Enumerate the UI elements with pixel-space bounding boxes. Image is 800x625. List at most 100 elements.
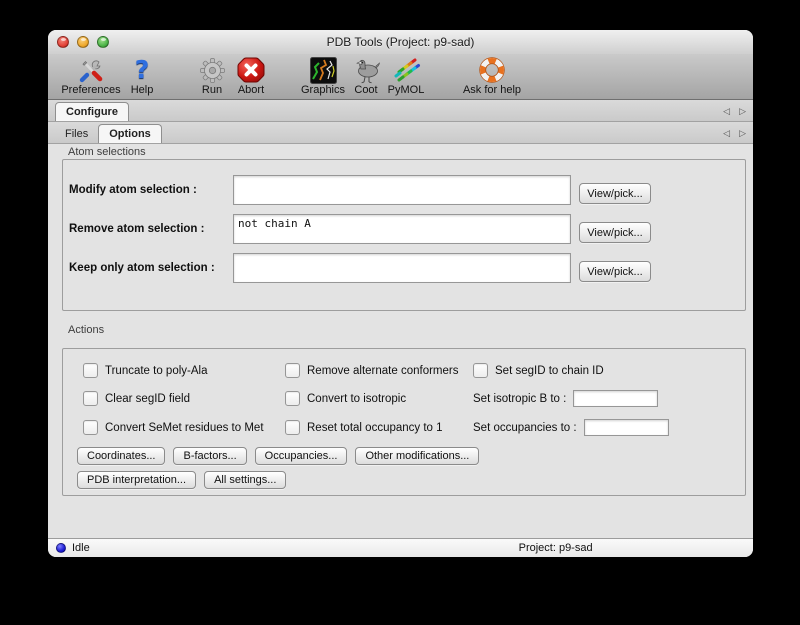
- app-window: PDB Tools (Project: p9-sad) Preferences …: [48, 30, 753, 557]
- coordinates-button[interactable]: Coordinates...: [77, 447, 165, 465]
- checkbox-box[interactable]: [473, 363, 488, 378]
- toolbar-label-help: Help: [131, 84, 154, 97]
- coot-bird-icon: [351, 56, 381, 84]
- actions-group: Truncate to poly-Ala Remove alternate co…: [62, 348, 746, 496]
- checkbox-label: Set segID to chain ID: [495, 365, 604, 377]
- actions-checkbox-grid: Truncate to poly-Ala Remove alternate co…: [69, 359, 735, 436]
- set-occupancies-input[interactable]: [584, 419, 669, 436]
- checkbox-box[interactable]: [83, 363, 98, 378]
- remove-selection-input[interactable]: not chain A: [233, 214, 571, 244]
- toolbar-label-abort: Abort: [238, 84, 264, 97]
- checkbox-remove-alternate-conformers[interactable]: Remove alternate conformers: [285, 363, 473, 378]
- checkbox-clear-segid-field[interactable]: Clear segID field: [83, 391, 285, 406]
- title-bar: PDB Tools (Project: p9-sad): [48, 30, 753, 54]
- b-factors-button[interactable]: B-factors...: [173, 447, 246, 465]
- set-isotropic-b-input[interactable]: [573, 390, 658, 407]
- window-title: PDB Tools (Project: p9-sad): [48, 30, 753, 54]
- toolbar-item-help[interactable]: ? Help: [124, 56, 160, 97]
- question-mark-icon: ?: [135, 56, 150, 84]
- all-settings-button[interactable]: All settings...: [204, 471, 286, 489]
- toolbar-item-ask-for-help[interactable]: Ask for help: [456, 56, 528, 97]
- other-modifications-button[interactable]: Other modifications...: [355, 447, 479, 465]
- toolbar-label-coot: Coot: [354, 84, 377, 97]
- checkbox-box[interactable]: [83, 420, 98, 435]
- actions-button-row-1: Coordinates... B-factors... Occupancies.…: [69, 447, 735, 465]
- keep-only-selection-input[interactable]: [233, 253, 571, 283]
- pymol-ribbon-icon: [391, 56, 421, 84]
- set-occupancies-field-row: Set occupancies to :: [473, 419, 735, 436]
- remove-selection-row: Remove atom selection : not chain A View…: [69, 214, 733, 244]
- tab-nav-right-icon[interactable]: ▷: [739, 105, 746, 117]
- checkbox-label: Truncate to poly-Ala: [105, 365, 207, 377]
- checkbox-label: Convert SeMet residues to Met: [105, 422, 264, 434]
- actions-group-label: Actions: [68, 324, 753, 336]
- tab-files[interactable]: Files: [55, 125, 98, 143]
- tab-nav-left-icon[interactable]: ◁: [723, 105, 730, 117]
- window-controls: [57, 36, 109, 48]
- set-occupancies-label: Set occupancies to :: [473, 422, 577, 434]
- tab-nav-sub: ◁ ▷: [723, 127, 746, 139]
- close-window-button[interactable]: [57, 36, 69, 48]
- toolbar-item-preferences[interactable]: Preferences: [58, 56, 124, 97]
- checkbox-label: Reset total occupancy to 1: [307, 422, 443, 434]
- remove-selection-label: Remove atom selection :: [69, 214, 233, 244]
- set-isotropic-b-field-row: Set isotropic B to :: [473, 390, 735, 407]
- keep-only-view-pick-button[interactable]: View/pick...: [579, 261, 651, 282]
- tab-nav-main: ◁ ▷: [723, 105, 746, 117]
- atom-selections-group: Modify atom selection : View/pick... Rem…: [62, 159, 746, 311]
- toolbar-label-preferences: Preferences: [61, 84, 120, 97]
- lifebuoy-icon: [478, 56, 506, 84]
- checkbox-label: Convert to isotropic: [307, 393, 406, 405]
- actions-button-row-2: PDB interpretation... All settings...: [69, 471, 735, 489]
- toolbar: Preferences ? Help Run: [48, 54, 753, 100]
- zoom-window-button[interactable]: [97, 36, 109, 48]
- checkbox-box[interactable]: [285, 391, 300, 406]
- checkbox-label: Clear segID field: [105, 393, 190, 405]
- tab-configure[interactable]: Configure: [55, 102, 129, 121]
- toolbar-item-graphics[interactable]: Graphics: [298, 56, 348, 97]
- tab-row-sub: Files Options ◁ ▷: [48, 122, 753, 144]
- keep-only-selection-label: Keep only atom selection :: [69, 253, 233, 283]
- project-label: Project: p9-sad: [519, 542, 593, 554]
- status-bar: Idle Project: p9-sad: [48, 538, 753, 557]
- checkbox-convert-to-isotropic[interactable]: Convert to isotropic: [285, 391, 473, 406]
- toolbar-label-ask-for-help: Ask for help: [463, 84, 521, 97]
- checkbox-set-segid-to-chain-id[interactable]: Set segID to chain ID: [473, 363, 735, 378]
- modify-selection-input[interactable]: [233, 175, 571, 205]
- modify-selection-row: Modify atom selection : View/pick...: [69, 175, 733, 205]
- atom-selections-group-label: Atom selections: [68, 146, 753, 158]
- checkbox-reset-total-occupancy[interactable]: Reset total occupancy to 1: [285, 420, 473, 435]
- toolbar-label-graphics: Graphics: [301, 84, 345, 97]
- checkbox-label: Remove alternate conformers: [307, 365, 458, 377]
- tab-nav-right-icon[interactable]: ▷: [739, 127, 746, 139]
- tab-options[interactable]: Options: [98, 124, 162, 143]
- toolbar-item-coot[interactable]: Coot: [348, 56, 384, 97]
- checkbox-box[interactable]: [285, 363, 300, 378]
- toolbar-label-pymol: PyMOL: [388, 84, 425, 97]
- gear-icon: [199, 56, 226, 84]
- tab-nav-left-icon[interactable]: ◁: [723, 127, 730, 139]
- toolbar-label-run: Run: [202, 84, 222, 97]
- remove-view-pick-button[interactable]: View/pick...: [579, 222, 651, 243]
- stop-x-icon: [237, 56, 265, 84]
- options-panel: Atom selections Modify atom selection : …: [48, 144, 753, 538]
- set-isotropic-b-label: Set isotropic B to :: [473, 393, 566, 405]
- tab-row-main: Configure ◁ ▷: [48, 100, 753, 122]
- status-text: Idle: [72, 542, 90, 554]
- toolbar-item-abort[interactable]: Abort: [230, 56, 272, 97]
- status-dot-icon: [56, 543, 66, 553]
- pdb-interpretation-button[interactable]: PDB interpretation...: [77, 471, 196, 489]
- keep-only-selection-row: Keep only atom selection : View/pick...: [69, 253, 733, 283]
- occupancies-button[interactable]: Occupancies...: [255, 447, 348, 465]
- molecule-graphics-icon: [310, 56, 337, 84]
- checkbox-box[interactable]: [285, 420, 300, 435]
- tools-icon: [78, 56, 105, 84]
- toolbar-item-pymol[interactable]: PyMOL: [384, 56, 428, 97]
- checkbox-convert-semet-to-met[interactable]: Convert SeMet residues to Met: [83, 420, 285, 435]
- checkbox-box[interactable]: [83, 391, 98, 406]
- modify-view-pick-button[interactable]: View/pick...: [579, 183, 651, 204]
- toolbar-item-run[interactable]: Run: [194, 56, 230, 97]
- checkbox-truncate-poly-ala[interactable]: Truncate to poly-Ala: [83, 363, 285, 378]
- modify-selection-label: Modify atom selection :: [69, 175, 233, 205]
- minimize-window-button[interactable]: [77, 36, 89, 48]
